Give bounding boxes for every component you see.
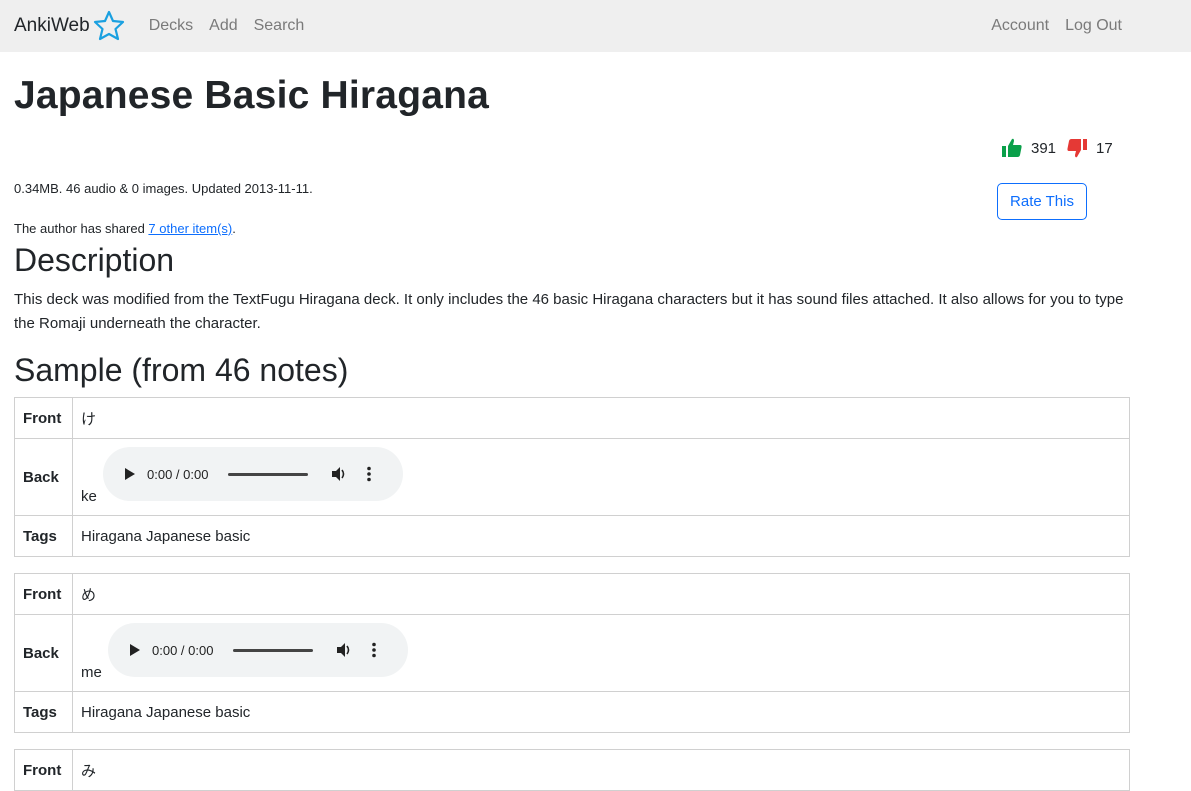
back-cell: 0:00 / 0:00 me [72,614,1130,692]
nav-account-link[interactable]: Account [991,17,1049,35]
more-options-icon[interactable] [366,466,372,482]
star-icon [93,10,124,41]
back-value: me [81,664,102,681]
note-card: Front け Back 0:00 / 0:00 ke Tags Hiragan… [14,397,1130,557]
nav-logout-link[interactable]: Log Out [1065,17,1122,35]
front-value: け [72,397,1130,439]
front-label: Front [14,397,73,439]
play-icon[interactable] [130,644,140,656]
rating-summary: 391 17 [1001,137,1123,159]
back-cell: 0:00 / 0:00 ke [72,438,1130,516]
volume-icon[interactable] [330,465,348,483]
more-options-icon[interactable] [371,642,377,658]
front-label: Front [14,573,73,615]
note-card: Front め Back 0:00 / 0:00 me Tags Hiragan… [14,573,1130,733]
back-value: ke [81,488,97,505]
brand-name: AnkiWeb [14,15,90,36]
nav-decks-link[interactable]: Decks [149,17,193,35]
thumbs-down-count: 17 [1096,139,1113,157]
tags-value: Hiragana Japanese basic [72,691,1130,733]
tags-label: Tags [14,515,73,557]
note-card: Front み [14,749,1130,791]
front-value: め [72,573,1130,615]
back-label: Back [14,438,73,516]
tags-label: Tags [14,691,73,733]
rate-this-button[interactable]: Rate This [997,183,1087,220]
deck-meta: 0.34MB. 46 audio & 0 images. Updated 201… [14,181,313,196]
audio-time: 0:00 / 0:00 [147,466,209,482]
volume-icon[interactable] [335,641,353,659]
shared-prefix: The author has shared [14,221,149,236]
page-title: Japanese Basic Hiragana [14,74,490,117]
audio-player[interactable]: 0:00 / 0:00 [103,447,403,501]
sample-heading: Sample (from 46 notes) [14,352,349,388]
brand-logo[interactable]: AnkiWeb [14,10,125,42]
shared-items-line: The author has shared 7 other item(s). [14,221,236,236]
play-icon[interactable] [125,468,135,480]
thumbs-up-count: 391 [1031,139,1057,157]
nav-add-link[interactable]: Add [209,17,237,35]
audio-player[interactable]: 0:00 / 0:00 [108,623,408,677]
top-navbar: AnkiWeb Decks Add Search Account Log Out [0,0,1191,52]
nav-right: Account Log Out [975,0,1122,52]
tags-value: Hiragana Japanese basic [72,515,1130,557]
audio-progress-bar[interactable] [233,648,314,652]
shared-suffix: . [232,221,236,236]
audio-progress-bar[interactable] [228,472,309,476]
description-text: This deck was modified from the TextFugu… [14,291,1124,332]
thumbs-up-icon [1002,138,1022,157]
back-label: Back [14,614,73,692]
audio-time: 0:00 / 0:00 [152,642,214,658]
front-value: み [72,749,1130,791]
nav-search-link[interactable]: Search [254,17,305,35]
thumbs-down-icon [1067,139,1088,158]
description-heading: Description [14,242,175,278]
other-items-link[interactable]: 7 other item(s) [148,221,232,236]
front-label: Front [14,749,73,791]
